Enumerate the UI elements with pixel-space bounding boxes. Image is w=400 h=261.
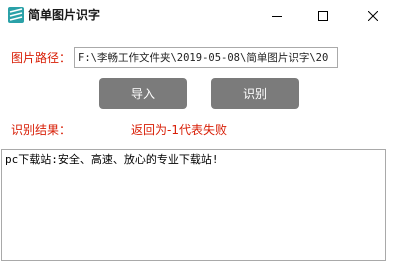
path-input[interactable] — [74, 47, 338, 68]
import-button[interactable]: 导入 — [99, 78, 187, 109]
window-title: 简单图片识字 — [28, 8, 101, 22]
path-label: 图片路径： — [11, 51, 72, 65]
minimize-icon — [272, 6, 282, 25]
result-label: 识别结果： — [11, 123, 72, 137]
recognize-button[interactable]: 识别 — [211, 78, 299, 109]
maximize-button[interactable] — [300, 0, 346, 30]
result-hint: 返回为-1代表失败 — [131, 123, 227, 137]
app-logo-icon — [8, 7, 24, 23]
result-textarea[interactable]: pc下载站:安全、高速、放心的专业下载站! — [1, 149, 386, 261]
result-text: pc下载站:安全、高速、放心的专业下载站! — [5, 153, 219, 166]
minimize-button[interactable] — [254, 0, 300, 30]
close-button[interactable] — [346, 0, 400, 30]
maximize-icon — [318, 6, 328, 25]
close-icon — [367, 6, 379, 25]
app-window: 简单图片识字 图片路径： 导入 识别 识别结果： 返回为-1代表失败 pc下载站… — [0, 0, 400, 261]
title-bar[interactable]: 简单图片识字 — [0, 0, 400, 30]
